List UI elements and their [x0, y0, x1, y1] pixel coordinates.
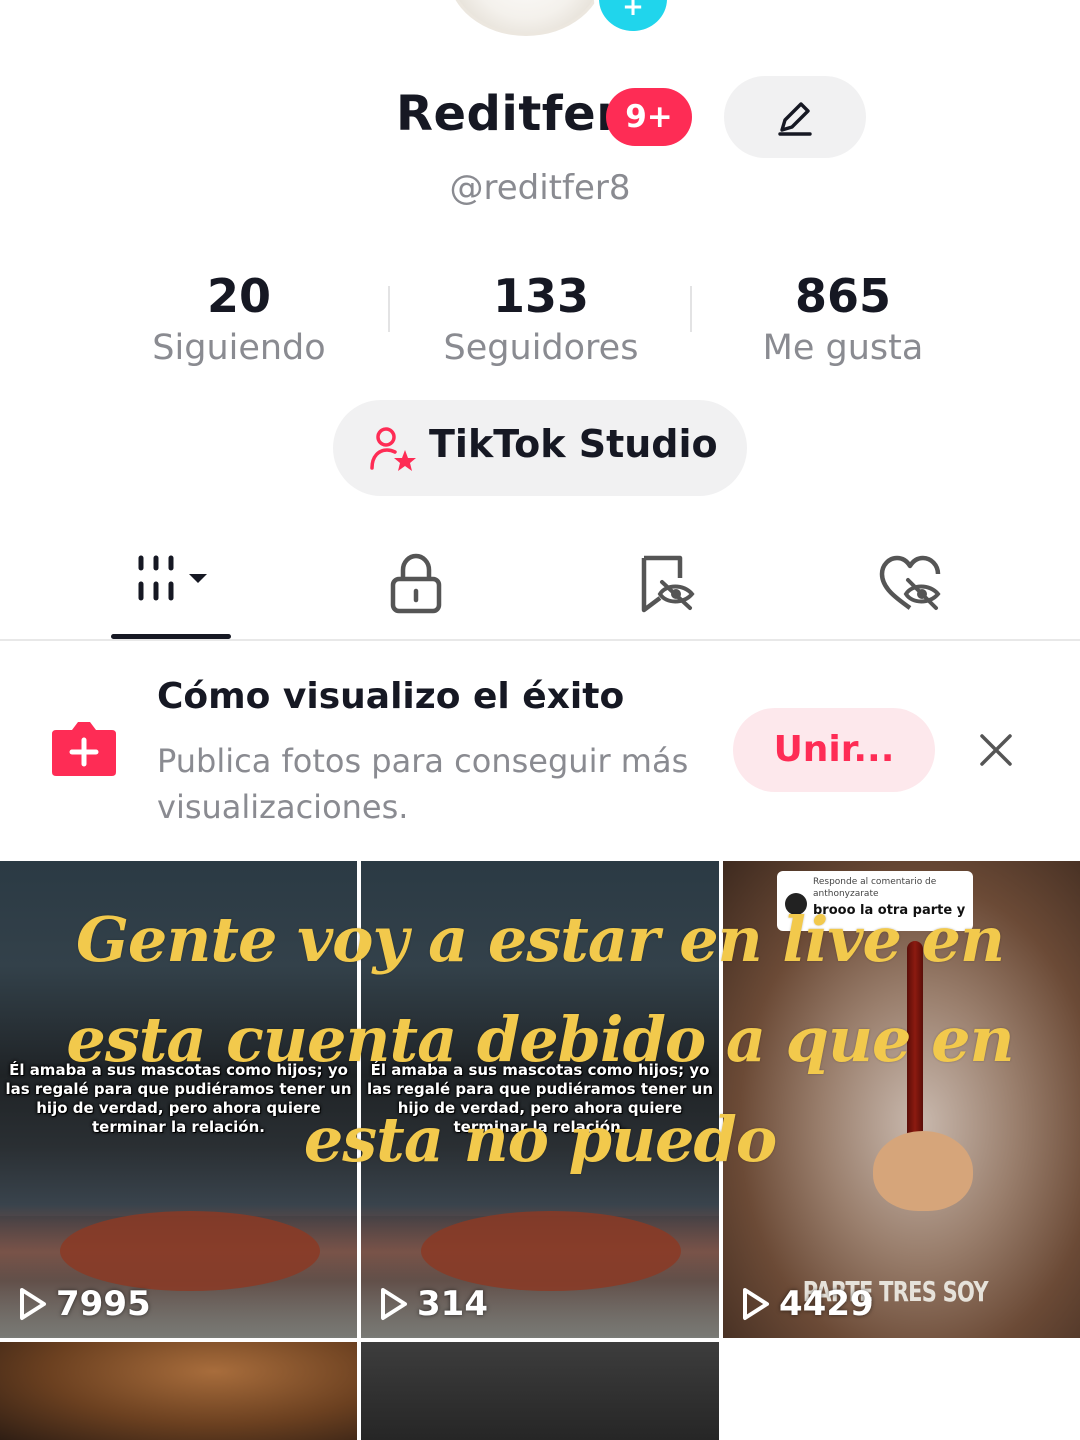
stat-followers[interactable]: 133 Seguidores: [391, 268, 691, 372]
stat-following[interactable]: 20 Siguiendo: [89, 268, 389, 372]
notification-badge[interactable]: 9+: [606, 88, 692, 146]
tiktok-studio-button[interactable]: TikTok Studio: [333, 400, 747, 496]
heart-hidden-icon: [879, 555, 941, 610]
thumbnail-object: [421, 1211, 681, 1291]
comment-reply-label: Responde al comentario de: [813, 877, 937, 887]
tiktok-studio-label: TikTok Studio: [429, 422, 718, 466]
creator-star-icon: [370, 427, 416, 471]
tab-liked[interactable]: [810, 540, 1010, 640]
add-photo-icon: [52, 722, 116, 776]
view-count: 4429: [741, 1284, 874, 1324]
avatar[interactable]: [448, 0, 604, 36]
bookmark-hidden-icon: [641, 555, 695, 613]
view-count-value: 4429: [779, 1284, 874, 1324]
promo-title: Cómo visualizo el éxito: [157, 676, 625, 717]
view-count: 314: [379, 1284, 488, 1324]
profile-name: Reditfer: [396, 86, 621, 142]
view-count-value: 314: [417, 1284, 488, 1324]
grid-icon: [138, 555, 207, 601]
stat-likes[interactable]: 865 Me gusta: [693, 268, 993, 372]
divider: [388, 286, 390, 332]
video-thumbnail[interactable]: [0, 1342, 357, 1440]
pencil-icon: [778, 102, 812, 136]
likes-label: Me gusta: [762, 328, 924, 368]
view-count-value: 7995: [56, 1284, 151, 1324]
lock-icon: [390, 553, 442, 614]
edit-profile-button[interactable]: [724, 76, 866, 158]
plus-icon: +: [622, 0, 644, 22]
close-icon[interactable]: [976, 730, 1016, 770]
tab-private[interactable]: [316, 540, 516, 640]
tab-videos[interactable]: [70, 540, 270, 640]
thumbnail-object: [60, 1211, 320, 1291]
video-thumbnail[interactable]: [361, 1342, 719, 1440]
view-count: 7995: [18, 1284, 151, 1324]
play-icon: [20, 1288, 46, 1320]
promo-description: Publica fotos para conseguir más visuali…: [157, 742, 689, 826]
add-avatar-button[interactable]: +: [594, 0, 672, 36]
tab-saved[interactable]: [566, 540, 766, 640]
followers-count: 133: [492, 269, 590, 323]
tabs-divider: [0, 639, 1080, 641]
likes-count: 865: [794, 269, 892, 323]
following-count: 20: [206, 269, 271, 323]
followers-label: Seguidores: [443, 328, 639, 368]
username: @reditfer8: [449, 168, 631, 208]
join-button[interactable]: Unir...: [733, 708, 935, 792]
play-icon: [743, 1288, 769, 1320]
play-icon: [381, 1288, 407, 1320]
overlay-caption: Gente voy a estar en live en esta cuenta…: [66, 903, 1014, 1176]
divider: [690, 286, 692, 332]
following-label: Siguiendo: [152, 328, 326, 368]
